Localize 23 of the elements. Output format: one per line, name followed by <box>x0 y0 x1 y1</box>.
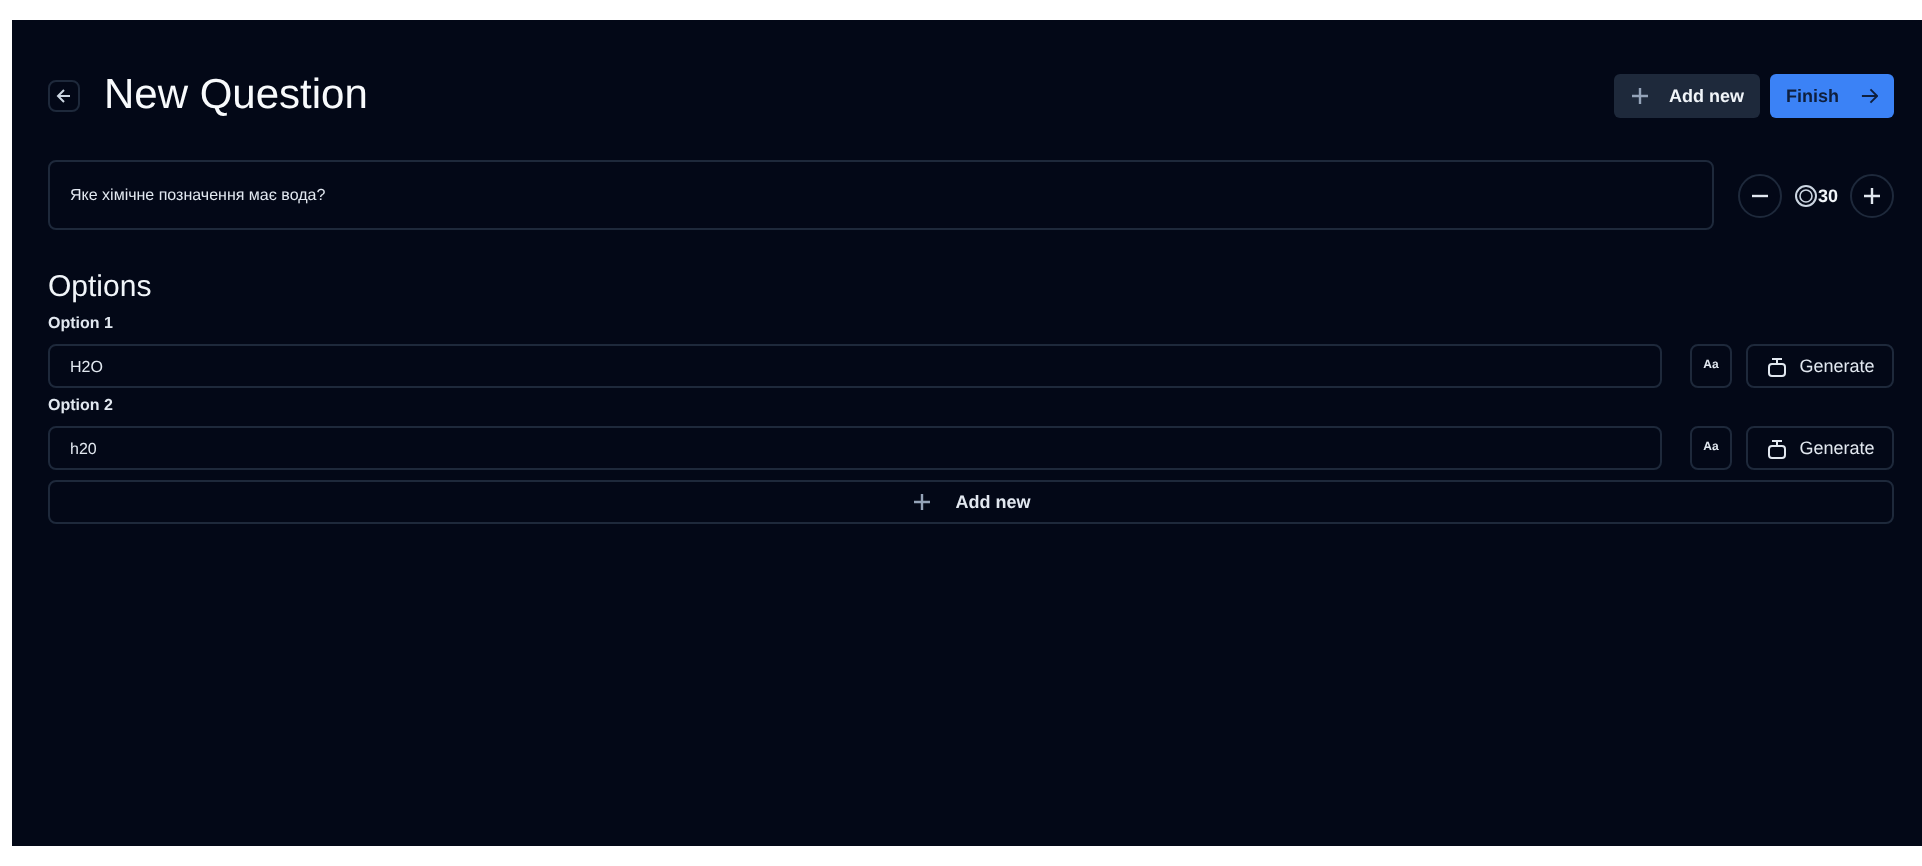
arrow-right-icon <box>1859 86 1878 106</box>
add-new-button[interactable]: Add new <box>1613 74 1760 118</box>
robot-icon <box>1765 437 1788 459</box>
points-value: 30 <box>1817 185 1838 205</box>
option-field[interactable]: h20 <box>48 426 1662 470</box>
robot-icon <box>1765 355 1788 377</box>
plus-icon <box>1629 86 1649 106</box>
option-field[interactable]: H2O <box>48 344 1662 388</box>
add-option-button[interactable]: Add new <box>48 480 1894 524</box>
option-label: Option 1 <box>48 314 115 332</box>
question-field[interactable]: Яке хімічне позначення має вода? <box>48 160 1714 230</box>
finish-button[interactable]: Finish <box>1770 74 1894 118</box>
section-title: Options <box>48 270 154 306</box>
generate-button[interactable]: Generate <box>1746 426 1894 470</box>
plus-icon <box>911 492 932 512</box>
increase-button[interactable] <box>1850 173 1894 217</box>
page-title: New Question <box>104 72 368 120</box>
arrow-left-icon <box>56 88 72 104</box>
option-label: Option 2 <box>48 396 115 414</box>
generate-button[interactable]: Generate <box>1746 344 1894 388</box>
plus-icon <box>1862 185 1882 205</box>
coin-icon <box>1793 183 1818 207</box>
back-button[interactable] <box>48 80 80 112</box>
